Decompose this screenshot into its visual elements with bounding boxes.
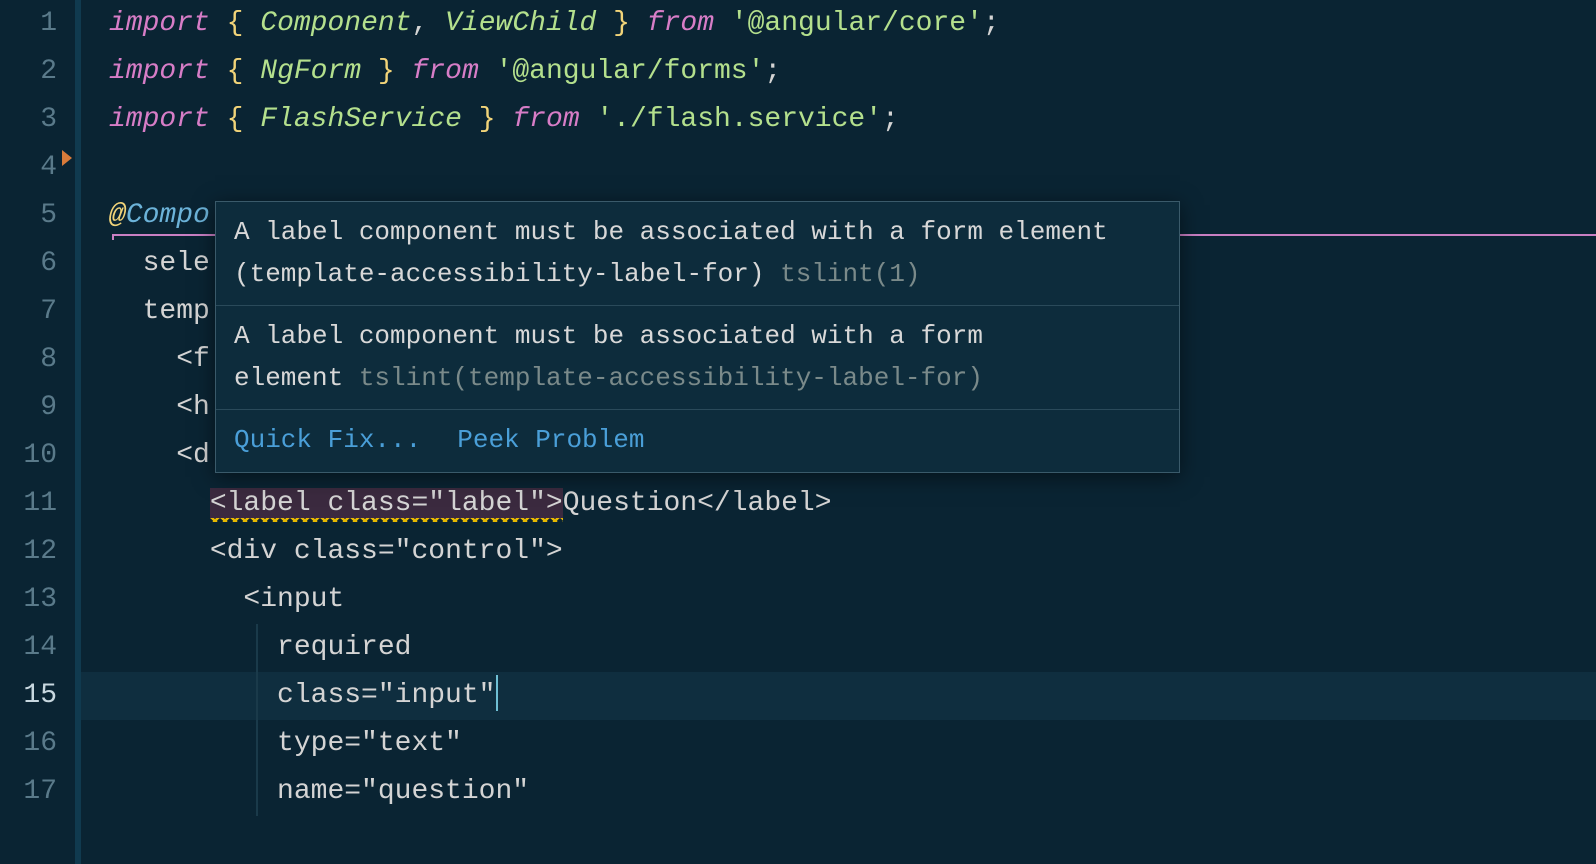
line-number: 12 (0, 528, 57, 576)
line-number: 15 (0, 672, 57, 720)
partial-text: <h (176, 392, 210, 423)
indent-guide (256, 768, 258, 816)
keyword: import (109, 8, 210, 39)
lint-message-text: A label component must be associated wit… (234, 321, 983, 351)
html-attr: type="text" (277, 728, 462, 759)
html-attr: name="question" (277, 776, 529, 807)
lint-hover-tooltip[interactable]: A label component must be associated wit… (215, 201, 1180, 473)
line-number-gutter: 1 2 3 4 5 6 7 8 9 10 11 12 13 14 15 16 1… (0, 0, 75, 864)
html-attr: class="input" (277, 680, 495, 711)
string: '@angular/core' (731, 8, 983, 39)
html-tag: <div class="control"> (210, 536, 563, 567)
line-number: 9 (0, 384, 57, 432)
brace: { (227, 8, 244, 39)
line-number: 14 (0, 624, 57, 672)
code-line[interactable]: type="text" (81, 720, 1596, 768)
code-line[interactable]: <div class="control"> (81, 528, 1596, 576)
line-number: 11 (0, 480, 57, 528)
html-tag: <input (243, 584, 344, 615)
type: ViewChild (445, 8, 596, 39)
brace: } (613, 8, 630, 39)
type: FlashService (260, 104, 462, 135)
semicolon: ; (983, 8, 1000, 39)
string: '@angular/forms' (496, 56, 765, 87)
brace: { (227, 104, 244, 135)
html-tag: <label class="label"> (210, 488, 563, 519)
line-number: 13 (0, 576, 57, 624)
indent-guide (256, 720, 258, 768)
tooltip-message: A label component must be associated wit… (216, 202, 1179, 306)
string: './flash.service' (596, 104, 882, 135)
peek-problem-action[interactable]: Peek Problem (457, 420, 644, 462)
code-line[interactable]: import { NgForm } from '@angular/forms'; (81, 48, 1596, 96)
decorator-name: Compo (126, 200, 210, 231)
quick-fix-action[interactable]: Quick Fix... (234, 420, 421, 462)
partial-text: sele (143, 248, 210, 279)
keyword: from (647, 8, 714, 39)
brace: } (479, 104, 496, 135)
line-number: 5 (0, 192, 57, 240)
indent-guide (256, 624, 258, 672)
code-line-current[interactable]: class="input" (81, 672, 1596, 720)
fold-indicator-icon[interactable] (62, 150, 72, 166)
type: NgForm (260, 56, 361, 87)
code-line[interactable]: <label class="label">Question</label> (81, 480, 1596, 528)
line-number: 3 (0, 96, 57, 144)
text-cursor (496, 675, 498, 711)
code-line[interactable]: <input (81, 576, 1596, 624)
tslint-tag: tslint(template-accessibility-label-for) (359, 363, 983, 393)
partial-text: temp (143, 296, 210, 327)
decorator-at: @ (109, 200, 126, 231)
indent-guide (256, 672, 258, 720)
html-attr: required (277, 632, 411, 663)
lint-rule-text: (template-accessibility-label-for) (234, 259, 765, 289)
lint-message-text: A label component must be associated wit… (234, 217, 1108, 247)
line-number: 1 (0, 0, 57, 48)
line-number: 8 (0, 336, 57, 384)
line-number: 16 (0, 720, 57, 768)
line-number: 2 (0, 48, 57, 96)
code-line[interactable] (81, 144, 1596, 192)
code-line[interactable]: import { Component, ViewChild } from '@a… (81, 0, 1596, 48)
brace: } (378, 56, 395, 87)
html-text: Question (563, 488, 697, 519)
partial-text: <f (176, 344, 210, 375)
tooltip-message: A label component must be associated wit… (216, 306, 1179, 410)
line-number: 7 (0, 288, 57, 336)
semicolon: ; (764, 56, 781, 87)
semicolon: ; (882, 104, 899, 135)
lint-warning-span[interactable]: <label class="label"> (210, 488, 563, 519)
tslint-tag: tslint(1) (780, 259, 920, 289)
tooltip-actions: Quick Fix... Peek Problem (216, 410, 1179, 472)
partial-text: <d (176, 440, 210, 471)
code-line[interactable]: import { FlashService } from './flash.se… (81, 96, 1596, 144)
keyword: from (512, 104, 579, 135)
line-number: 17 (0, 768, 57, 816)
line-number: 10 (0, 432, 57, 480)
keyword: import (109, 56, 210, 87)
line-number: 4 (0, 144, 57, 192)
keyword: import (109, 104, 210, 135)
warning-wave-icon (210, 518, 563, 522)
lint-message-text: element (234, 363, 343, 393)
type: Component (260, 8, 411, 39)
code-line[interactable]: name="question" (81, 768, 1596, 816)
keyword: from (412, 56, 479, 87)
html-tag: </label> (697, 488, 831, 519)
line-number: 6 (0, 240, 57, 288)
code-line[interactable]: required (81, 624, 1596, 672)
comma: , (412, 8, 429, 39)
brace: { (227, 56, 244, 87)
